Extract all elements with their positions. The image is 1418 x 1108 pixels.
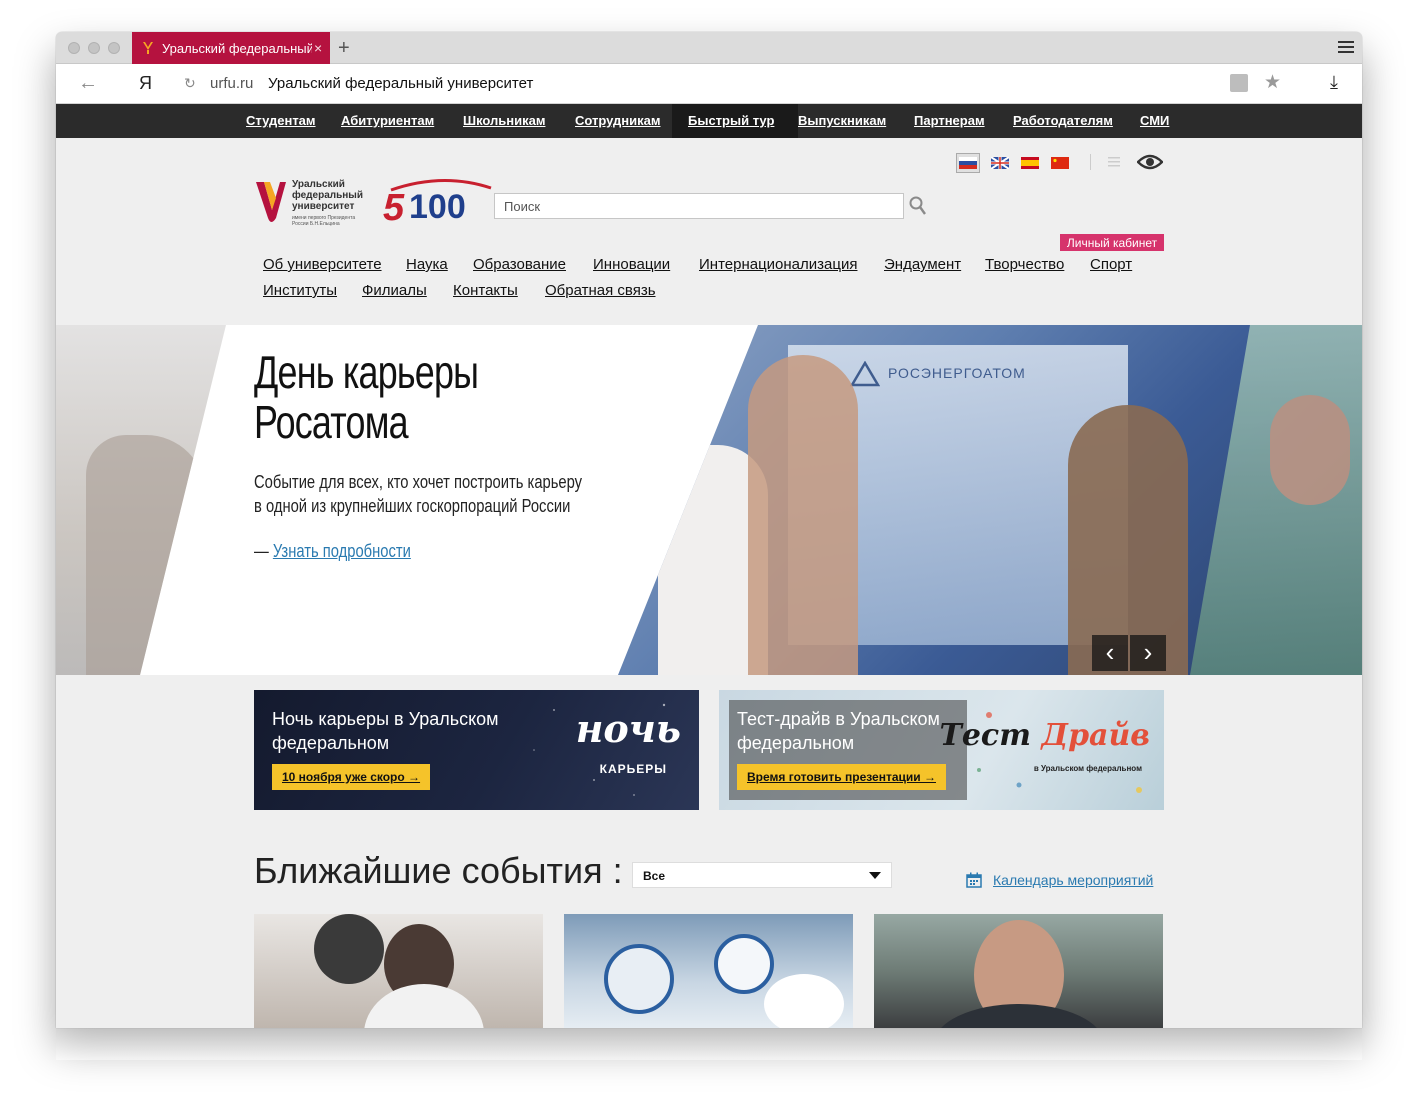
audience-nav-item-employers[interactable]: Работодателям: [1013, 113, 1113, 128]
calendar-icon[interactable]: [966, 872, 982, 888]
test-drive-logo: Тест Драйв: [939, 718, 1150, 753]
audience-nav-item-staff[interactable]: Сотрудникам: [575, 113, 661, 128]
minimize-window-button[interactable]: [88, 42, 100, 54]
hero-photo-brand: РОСЭНЕРГОАТОМ: [888, 365, 1026, 381]
events-calendar-link[interactable]: Календарь мероприятий: [993, 872, 1153, 888]
close-window-button[interactable]: [68, 42, 80, 54]
personal-cabinet-button[interactable]: Личный кабинет: [1060, 234, 1164, 251]
audience-nav-item-quick-tour[interactable]: Быстрый тур: [688, 113, 774, 128]
download-icon[interactable]: ⤓: [1330, 72, 1338, 93]
event-card-image[interactable]: [564, 914, 853, 1028]
flag-cn-icon[interactable]: [1051, 157, 1069, 169]
flag-uk-icon[interactable]: [991, 157, 1009, 169]
project-5100-logo[interactable]: 5 100: [383, 178, 495, 224]
urfu-logo-text: Уральский федеральный университет: [292, 179, 363, 212]
browser-window: Уральский федеральный × + ← Я ↻ urfu.ru …: [56, 32, 1362, 1028]
events-heading: Ближайшие события :: [254, 850, 623, 891]
audience-nav-item-partners[interactable]: Партнерам: [914, 113, 985, 128]
promo-banner-button[interactable]: 10 ноября уже скоро →: [272, 764, 431, 790]
address-bar: ← Я ↻ urfu.ru Уральский федеральный унив…: [56, 64, 1362, 104]
audience-nav-item-students[interactable]: Студентам: [246, 113, 316, 128]
back-button[interactable]: ←: [78, 72, 98, 95]
tab-close-icon[interactable]: ×: [314, 40, 322, 56]
audience-nav: Студентам Абитуриентам Школьникам Сотруд…: [56, 104, 1362, 138]
events-filter-value: Все: [643, 869, 666, 883]
audience-nav-item-schoolchildren[interactable]: Школьникам: [463, 113, 545, 128]
chevron-down-icon: [869, 872, 881, 879]
career-night-logo-sub: КАРЬЕРЫ: [599, 762, 667, 776]
events-filter-select[interactable]: Все: [632, 862, 892, 888]
main-nav-education[interactable]: Образование: [473, 256, 566, 273]
new-tab-button[interactable]: +: [338, 37, 350, 60]
audience-nav-item-applicants[interactable]: Абитуриентам: [341, 113, 434, 128]
hero-more-link[interactable]: Узнать подробности: [273, 541, 411, 561]
flag-ru-icon[interactable]: [959, 157, 977, 169]
lock-icon[interactable]: [1230, 74, 1248, 92]
main-nav-internationalization[interactable]: Интернационализация: [699, 256, 857, 273]
slider-prev-button[interactable]: ‹: [1092, 635, 1128, 671]
main-nav-about[interactable]: Об университете: [263, 256, 382, 273]
tab-bar: Уральский федеральный × +: [56, 32, 1362, 64]
promo-banner-button[interactable]: Время готовить презентации →: [737, 764, 946, 790]
flags-divider: [1090, 154, 1091, 170]
test-drive-logo-sub: в Уральском федеральном: [1033, 764, 1142, 773]
urfu-logo-subtitle: имени первого Президента России Б.Н.Ельц…: [292, 215, 356, 227]
main-nav-branches[interactable]: Филиалы: [362, 282, 427, 299]
svg-text:5: 5: [383, 187, 405, 224]
url-host[interactable]: urfu.ru: [210, 75, 253, 92]
main-nav-creativity[interactable]: Творчество: [985, 256, 1064, 273]
hero-more-link-row: — Узнать подробности: [254, 541, 411, 562]
rosenergoatom-logo-icon: [850, 361, 880, 387]
bookmark-star-icon[interactable]: ★: [1264, 71, 1281, 94]
zoom-window-button[interactable]: [108, 42, 120, 54]
menu-icon[interactable]: [1338, 41, 1354, 55]
search-icon[interactable]: [909, 196, 927, 216]
yandex-logo-icon[interactable]: Я: [139, 73, 152, 94]
hero-description: Событие для всех, кто хочет построить ка…: [254, 472, 583, 516]
url-page-title[interactable]: Уральский федеральный университет: [268, 75, 533, 92]
accessibility-eye-icon[interactable]: [1137, 152, 1163, 172]
event-card-image[interactable]: [254, 914, 543, 1028]
reload-icon[interactable]: ↻: [184, 75, 196, 92]
hero-title: День карьеры Росатома: [254, 346, 479, 448]
main-nav-innovations[interactable]: Инновации: [593, 256, 670, 273]
event-card-image[interactable]: [874, 914, 1163, 1028]
career-night-logo: ночь: [575, 706, 681, 751]
tab-title: Уральский федеральный: [162, 40, 312, 56]
list-view-icon[interactable]: [1108, 156, 1120, 168]
active-tab[interactable]: Уральский федеральный ×: [132, 32, 330, 64]
promo-banner-title: Ночь карьеры в Уральском федеральном: [272, 709, 499, 753]
main-nav-science[interactable]: Наука: [406, 256, 448, 273]
hero-prev-slide-image: [56, 325, 226, 675]
page-content: Уральский федеральный университет имени …: [56, 138, 1362, 1028]
urfu-favicon-icon: [142, 41, 154, 55]
audience-nav-item-graduates[interactable]: Выпускникам: [798, 113, 886, 128]
promo-banner-test-drive[interactable]: Тест-драйв в Уральском федеральном Время…: [719, 690, 1164, 810]
urfu-logo-icon[interactable]: [254, 180, 288, 228]
main-nav-sport[interactable]: Спорт: [1090, 256, 1132, 273]
promo-banner-career-night[interactable]: Ночь карьеры в Уральском федеральном 10 …: [254, 690, 699, 810]
audience-nav-item-media[interactable]: СМИ: [1140, 113, 1169, 128]
main-nav-institutes[interactable]: Институты: [263, 282, 337, 299]
flag-es-icon[interactable]: [1021, 157, 1039, 169]
main-nav-contacts[interactable]: Контакты: [453, 282, 518, 299]
main-nav-endowment[interactable]: Эндаумент: [884, 256, 961, 273]
main-nav-feedback[interactable]: Обратная связь: [545, 282, 656, 299]
slider-next-button[interactable]: ›: [1130, 635, 1166, 671]
hero-link-dash: —: [254, 541, 273, 561]
window-shadow: [56, 1028, 1362, 1060]
svg-text:100: 100: [409, 188, 466, 224]
search-input[interactable]: Поиск: [494, 193, 904, 219]
hero-slider: РОСЭНЕРГОАТОМ День карьеры Росатома Собы…: [56, 325, 1362, 675]
